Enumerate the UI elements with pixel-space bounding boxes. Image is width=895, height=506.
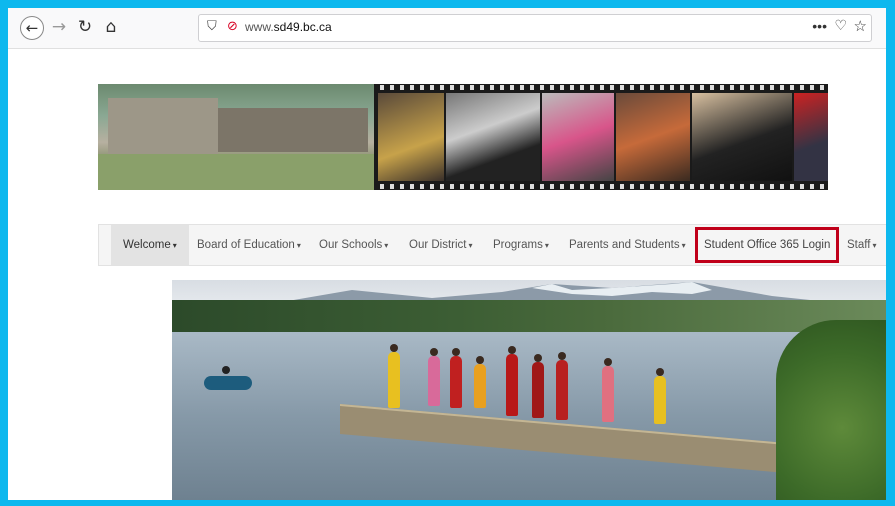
menu-item-our-schools[interactable]: Our Schools ▾: [319, 225, 388, 265]
menu-label: Our District: [409, 239, 467, 251]
browser-toolbar: ← → ↻ ⌂ ⛉ ⊘ www.sd49.bc.ca ••• ♡ ☆: [8, 8, 886, 49]
main-nav-menu: Welcome ▾ Board of Education ▾ Our Schools…: [98, 224, 886, 266]
menu-label: Our Schools: [319, 239, 383, 251]
caret-down-icon: ▾: [544, 241, 549, 250]
url-domain: sd49.bc.ca: [273, 20, 332, 34]
menu-item-programs[interactable]: Programs ▾: [493, 225, 549, 265]
more-icon[interactable]: •••: [812, 18, 827, 34]
menu-item-staff[interactable]: Staff ▾: [847, 225, 876, 265]
insecure-lock-icon[interactable]: ⊘: [227, 19, 238, 34]
header-banner-image: [98, 84, 828, 190]
forward-icon[interactable]: →: [48, 16, 70, 38]
caret-down-icon: ▾: [296, 241, 301, 250]
menu-label: Student Office 365 Login: [704, 239, 831, 251]
pocket-icon[interactable]: ♡: [834, 18, 847, 34]
menu-item-board-of-education[interactable]: Board of Education ▾: [197, 225, 301, 265]
screenshot-frame: ← → ↻ ⌂ ⛉ ⊘ www.sd49.bc.ca ••• ♡ ☆ Welco…: [8, 8, 886, 500]
school-building-photo: [98, 84, 374, 190]
caret-down-icon: ▾: [384, 241, 389, 250]
menu-label: Board of Education: [197, 239, 295, 251]
home-icon[interactable]: ⌂: [100, 16, 122, 38]
hero-lake-photo: [172, 280, 886, 500]
menu-label: Staff: [847, 239, 871, 251]
url-prefix: www.: [245, 20, 274, 34]
shield-icon[interactable]: ⛉: [207, 19, 217, 34]
caret-down-icon: ▾: [681, 241, 686, 250]
back-icon[interactable]: ←: [20, 16, 44, 40]
menu-item-parents-and-students[interactable]: Parents and Students ▾: [569, 225, 686, 265]
star-icon[interactable]: ☆: [854, 17, 867, 35]
menu-item-welcome[interactable]: Welcome ▾: [111, 225, 189, 265]
reload-icon[interactable]: ↻: [74, 16, 96, 38]
caret-down-icon: ▾: [468, 241, 473, 250]
address-bar[interactable]: ⛉ ⊘ www.sd49.bc.ca ••• ♡ ☆: [198, 14, 872, 42]
caret-down-icon: ▾: [172, 241, 177, 250]
filmstrip-photos: [374, 84, 828, 190]
url-text[interactable]: www.sd49.bc.ca: [245, 20, 332, 34]
menu-item-our-district[interactable]: Our District ▾: [409, 225, 473, 265]
menu-label: Welcome: [123, 239, 171, 251]
caret-down-icon: ▾: [872, 241, 877, 250]
menu-label: Programs: [493, 239, 543, 251]
menu-label: Parents and Students: [569, 239, 680, 251]
menu-item-student-office-365-login[interactable]: Student Office 365 Login: [695, 227, 840, 263]
